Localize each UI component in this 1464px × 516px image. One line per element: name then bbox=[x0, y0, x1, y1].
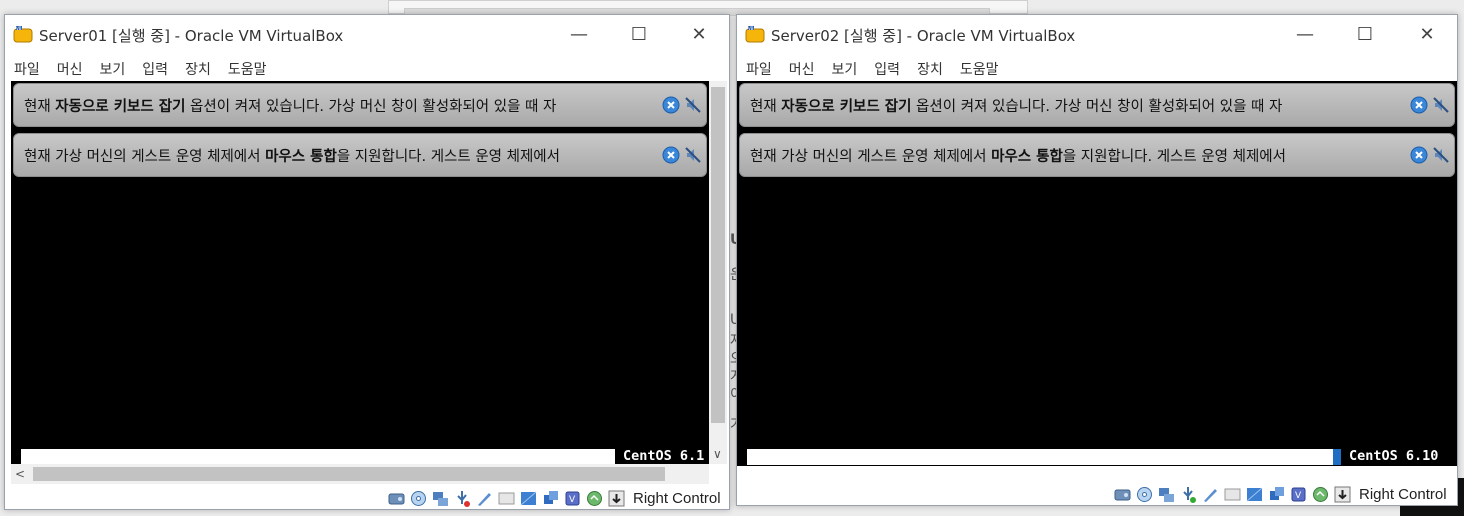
mute-speaker-icon[interactable] bbox=[1432, 146, 1450, 164]
menu-file[interactable]: 파일 bbox=[745, 57, 778, 79]
maximize-button[interactable]: ☐ bbox=[1353, 23, 1377, 45]
menu-view[interactable]: 보기 bbox=[831, 57, 864, 79]
close-circle-icon[interactable] bbox=[662, 96, 680, 114]
horizontal-scroll-thumb[interactable] bbox=[33, 467, 665, 481]
menu-bar: 파일 머신 보기 입력 장치 도움말 bbox=[5, 57, 729, 79]
mute-speaker-icon[interactable] bbox=[684, 96, 702, 114]
close-circle-icon[interactable] bbox=[662, 146, 680, 164]
menu-file[interactable]: 파일 bbox=[13, 57, 46, 79]
window-title: Server01 [실행 중] - Oracle VM VirtualBox bbox=[39, 27, 344, 45]
mute-speaker-icon[interactable] bbox=[684, 146, 702, 164]
hard-disk-icon[interactable] bbox=[387, 489, 406, 508]
menu-input[interactable]: 입력 bbox=[141, 57, 174, 79]
network-icon[interactable] bbox=[1157, 485, 1176, 504]
notice-text-pre: 현재 bbox=[750, 99, 782, 115]
mouse-integration-icon[interactable]: V bbox=[1289, 485, 1308, 504]
vm-window-server01: VB Server01 [실행 중] - Oracle VM VirtualBo… bbox=[4, 14, 730, 510]
svg-text:V: V bbox=[569, 495, 576, 505]
virtualbox-logo-icon: VB bbox=[13, 26, 33, 43]
vm-screen[interactable]: 현재 자동으로 키보드 잡기 옵션이 켜져 있습니다. 가상 머신 창이 활성화… bbox=[737, 81, 1457, 466]
display-icon[interactable] bbox=[497, 489, 516, 508]
hard-disk-icon[interactable] bbox=[1113, 485, 1132, 504]
svg-text:VB: VB bbox=[748, 26, 754, 31]
keyboard-capture-icon[interactable] bbox=[1311, 485, 1330, 504]
notice-text-bold: 자동으로 키보드 잡기 bbox=[55, 99, 186, 115]
shared-folder-icon[interactable] bbox=[475, 489, 494, 508]
menu-bar: 파일 머신 보기 입력 장치 도움말 bbox=[737, 57, 1457, 79]
video-capture-icon[interactable] bbox=[1245, 485, 1264, 504]
scroll-down-arrow[interactable]: ∨ bbox=[713, 447, 722, 461]
keyboard-capture-notice: 현재 자동으로 키보드 잡기 옵션이 켜져 있습니다. 가상 머신 창이 활성화… bbox=[13, 83, 707, 127]
svg-text:V: V bbox=[1295, 491, 1302, 501]
minimize-button[interactable]: — bbox=[1293, 23, 1317, 45]
close-circle-icon[interactable] bbox=[1410, 96, 1428, 114]
title-bar[interactable]: VB Server02 [실행 중] - Oracle VM VirtualBo… bbox=[737, 15, 1457, 53]
vertical-scrollbar[interactable]: ∨ bbox=[709, 81, 727, 464]
menu-help[interactable]: 도움말 bbox=[227, 57, 273, 79]
usb-icon[interactable] bbox=[1179, 485, 1198, 504]
close-button[interactable]: ✕ bbox=[687, 23, 711, 45]
menu-devices[interactable]: 장치 bbox=[184, 57, 217, 79]
notice-text-bold: 자동으로 키보드 잡기 bbox=[781, 99, 912, 115]
scroll-left-arrow[interactable]: < bbox=[15, 467, 25, 481]
status-bar: V Right Control bbox=[1113, 481, 1447, 507]
boot-progress-fill bbox=[1333, 449, 1341, 465]
vm-window-server02: VB Server02 [실행 중] - Oracle VM VirtualBo… bbox=[736, 14, 1458, 506]
close-circle-icon[interactable] bbox=[1410, 146, 1428, 164]
status-bar: V Right Control bbox=[387, 485, 721, 511]
shared-folder-icon[interactable] bbox=[1201, 485, 1220, 504]
menu-devices[interactable]: 장치 bbox=[916, 57, 949, 79]
notice-text-post: 을 지원합니다. 게스트 운영 체제에서 bbox=[1062, 149, 1286, 165]
menu-machine[interactable]: 머신 bbox=[788, 57, 821, 79]
optical-drive-icon[interactable] bbox=[1135, 485, 1154, 504]
host-key-label: Right Control bbox=[633, 489, 721, 507]
minimize-button[interactable]: — bbox=[567, 23, 591, 45]
keyboard-capture-icon[interactable] bbox=[585, 489, 604, 508]
arrow-down-icon[interactable] bbox=[1333, 485, 1352, 504]
maximize-button[interactable]: ☐ bbox=[627, 23, 651, 45]
notice-text-pre: 현재 가상 머신의 게스트 운영 체제에서 bbox=[24, 149, 266, 165]
cpu-icon[interactable] bbox=[541, 489, 560, 508]
boot-progress-bar bbox=[747, 449, 1333, 465]
mouse-integration-notice: 현재 가상 머신의 게스트 운영 체제에서 마우스 통합을 지원합니다. 게스트… bbox=[13, 133, 707, 177]
keyboard-capture-notice: 현재 자동으로 키보드 잡기 옵션이 켜져 있습니다. 가상 머신 창이 활성화… bbox=[739, 83, 1455, 127]
notice-text-pre: 현재 bbox=[24, 99, 56, 115]
svg-text:VB: VB bbox=[16, 26, 22, 31]
virtualbox-logo-icon: VB bbox=[745, 26, 765, 43]
window-title: Server02 [실행 중] - Oracle VM VirtualBox bbox=[771, 27, 1076, 45]
menu-input[interactable]: 입력 bbox=[873, 57, 906, 79]
usb-icon[interactable] bbox=[453, 489, 472, 508]
horizontal-scrollbar[interactable]: < bbox=[11, 464, 709, 484]
display-icon[interactable] bbox=[1223, 485, 1242, 504]
close-button[interactable]: ✕ bbox=[1415, 23, 1439, 45]
vertical-scroll-thumb[interactable] bbox=[711, 87, 725, 423]
mouse-integration-notice: 현재 가상 머신의 게스트 운영 체제에서 마우스 통합을 지원합니다. 게스트… bbox=[739, 133, 1455, 177]
optical-drive-icon[interactable] bbox=[409, 489, 428, 508]
notice-text-pre: 현재 가상 머신의 게스트 운영 체제에서 bbox=[750, 149, 992, 165]
menu-view[interactable]: 보기 bbox=[99, 57, 132, 79]
notice-text-bold: 마우스 통합 bbox=[991, 149, 1063, 165]
mute-speaker-icon[interactable] bbox=[1432, 96, 1450, 114]
network-icon[interactable] bbox=[431, 489, 450, 508]
host-key-label: Right Control bbox=[1359, 485, 1447, 503]
menu-machine[interactable]: 머신 bbox=[56, 57, 89, 79]
vm-screen[interactable]: 현재 자동으로 키보드 잡기 옵션이 켜져 있습니다. 가상 머신 창이 활성화… bbox=[11, 81, 709, 464]
mouse-integration-icon[interactable]: V bbox=[563, 489, 582, 508]
arrow-down-icon[interactable] bbox=[607, 489, 626, 508]
notice-text-post: 을 지원합니다. 게스트 운영 체제에서 bbox=[336, 149, 560, 165]
boot-os-label: CentOS 6.1 bbox=[623, 448, 705, 464]
boot-progress-bar bbox=[21, 449, 615, 464]
menu-help[interactable]: 도움말 bbox=[959, 57, 1005, 79]
title-bar[interactable]: VB Server01 [실행 중] - Oracle VM VirtualBo… bbox=[5, 15, 729, 53]
notice-text-post: 옵션이 켜져 있습니다. 가상 머신 창이 활성화되어 있을 때 자 bbox=[911, 99, 1283, 115]
notice-text-post: 옵션이 켜져 있습니다. 가상 머신 창이 활성화되어 있을 때 자 bbox=[185, 99, 557, 115]
notice-text-bold: 마우스 통합 bbox=[265, 149, 337, 165]
cpu-icon[interactable] bbox=[1267, 485, 1286, 504]
boot-os-label: CentOS 6.10 bbox=[1349, 448, 1439, 464]
video-capture-icon[interactable] bbox=[519, 489, 538, 508]
